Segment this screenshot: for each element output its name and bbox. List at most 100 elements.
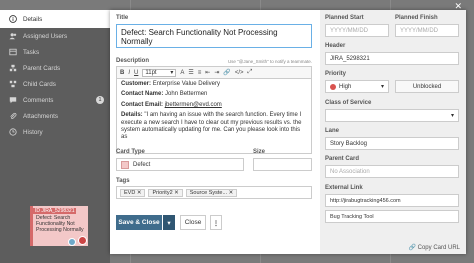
lane-label: Lane [325,128,340,134]
card-preview-title: Defect: Search Functionality Not Process… [36,215,84,234]
sidebar-item-label: Details [23,15,43,23]
planned-finish-label: Planned Finish [395,15,438,21]
sidebar-item-label: Assigned Users [23,32,68,40]
parent-card-label: Parent Card [325,156,360,162]
priority-select[interactable]: High ▾ [325,80,389,93]
unblocked-button[interactable]: Unblocked [395,80,459,93]
outdent-icon[interactable]: ⇤ [205,69,210,76]
tags-input[interactable]: EVD ✕ Priority2 ✕ Source Syste... ✕ [116,186,312,199]
header-input[interactable]: JIRA_5298321 [325,52,459,65]
sidebar-item-details[interactable]: Details [0,10,110,28]
class-of-service-label: Class of Service [325,100,372,106]
card-type-label: Card Type [116,149,145,155]
numbered-list-icon[interactable]: ≡ [198,70,202,76]
priority-high-icon [330,83,336,90]
card-type-color-swatch [121,160,129,169]
comments-count-badge: 1 [96,96,104,104]
external-link-label: External Link [325,185,363,191]
sidebar-item-parent-cards[interactable]: Parent Cards [0,60,110,76]
card-properties-panel: Planned Start YYYY/MM/DD Planned Finish … [320,10,466,254]
tag-chip[interactable]: Source Syste... ✕ [185,188,238,197]
tag-chip[interactable]: EVD ✕ [120,188,146,197]
parent-card-input[interactable]: No Association [325,165,459,178]
remove-tag-icon[interactable]: ✕ [229,190,234,196]
font-color-icon[interactable]: A [180,70,184,76]
remove-tag-icon[interactable]: ✕ [137,190,142,196]
sidebar-item-attachments[interactable]: Attachments [0,108,110,124]
sidebar-item-comments[interactable]: Comments 1 [0,92,110,108]
sidebar-item-child-cards[interactable]: Child Cards [0,76,110,92]
save-close-button[interactable]: Save & Close [116,215,162,230]
chevron-down-icon: ▾ [380,84,384,90]
card-type-select[interactable]: Defect [116,158,244,171]
details-label: Details: [121,112,143,119]
sidebar-item-label: Parent Cards [23,64,61,72]
lane-select[interactable]: Story Backlog [325,137,459,150]
details-value: "I am having an issue with the search fu… [121,112,302,141]
sidebar-item-label: Comments [23,96,54,104]
tag-chip-label: Source Syste... [189,189,228,196]
bullet-list-icon[interactable]: ☰ [188,69,193,76]
underline-button[interactable]: U [134,70,138,76]
indent-icon[interactable]: ⇥ [214,69,219,76]
bold-button[interactable]: B [120,70,124,76]
title-input[interactable]: Defect: Search Functionality Not Process… [116,24,312,48]
external-link-title-input[interactable]: Bug Tracking Tool [325,210,459,223]
close-button[interactable]: Close [180,215,206,230]
copy-card-url-label: Copy Card URL [417,245,460,251]
copy-card-url-link[interactable]: 🔗 Copy Card URL [408,244,460,251]
contact-email-label: Contact Email: [121,101,164,108]
priority-value: High [339,83,352,90]
mention-hint: Use "@Jane_Smith" to notify a teammate. [227,59,312,64]
chevron-down-icon: ▾ [450,113,454,119]
customer-value: Enterprise Value Delivery [152,81,220,87]
tag-chip-label: EVD [124,189,136,196]
sidebar-item-label: Attachments [23,112,58,120]
users-icon [8,32,17,41]
header-label: Header [325,43,346,49]
code-icon[interactable]: </> [235,70,244,76]
child-cards-icon [8,80,17,89]
avatar[interactable] [78,236,87,245]
contact-email-link[interactable]: jbettermen@evd.com [165,102,222,108]
card-edit-modal: ✕ Title Defect: Search Functionality Not… [110,1,466,254]
tag-chip-label: Priority2 [152,189,173,196]
sidebar-item-label: Child Cards [23,80,56,88]
size-input[interactable] [253,158,312,171]
tags-label: Tags [116,178,130,184]
planned-finish-input[interactable]: YYYY/MM/DD [395,24,459,37]
external-link-url-input[interactable]: http://jirabugtracking456.com [325,194,459,207]
description-editor[interactable]: Customer: Enterprise Value Delivery Cont… [116,78,312,154]
card-preview-id: ID JIRA_5298321 [33,208,77,214]
title-label: Title [116,15,129,21]
remove-tag-icon[interactable]: ✕ [174,190,179,196]
tasks-icon [8,48,17,57]
contact-name-value: John Bettermen [165,91,208,98]
sidebar-item-tasks[interactable]: Tasks [0,44,110,60]
attachment-icon [8,112,17,121]
more-options-icon[interactable]: ⋮ [210,215,222,230]
chevron-down-icon: ▾ [170,70,174,76]
tag-icon [68,238,76,246]
italic-button[interactable]: I [128,70,130,76]
card-type-value: Defect [133,161,151,168]
sidebar-item-history[interactable]: History [0,124,110,140]
planned-start-input[interactable]: YYYY/MM/DD [325,24,389,37]
link-icon[interactable]: 🔗 [223,69,230,76]
save-options-dropdown[interactable]: ▾ [163,215,175,230]
history-icon [8,128,17,137]
info-icon [8,15,17,24]
contact-name-label: Contact Name: [121,91,164,98]
planned-start-label: Planned Start [325,15,364,21]
class-of-service-select[interactable]: ▾ [325,109,459,122]
link-icon: 🔗 [408,245,416,251]
expand-icon[interactable]: ⤢ [248,69,253,76]
font-size-select[interactable]: 11pt ▾ [142,68,177,77]
sidebar-item-label: History [23,128,43,136]
customer-label: Customer: [121,81,152,87]
sidebar-item-assigned-users[interactable]: Assigned Users [0,28,110,44]
sidebar-item-label: Tasks [23,48,40,56]
tag-chip[interactable]: Priority2 ✕ [148,188,183,197]
parent-cards-icon [8,64,17,73]
planned-start-placeholder: YYYY/MM/DD [330,27,369,34]
